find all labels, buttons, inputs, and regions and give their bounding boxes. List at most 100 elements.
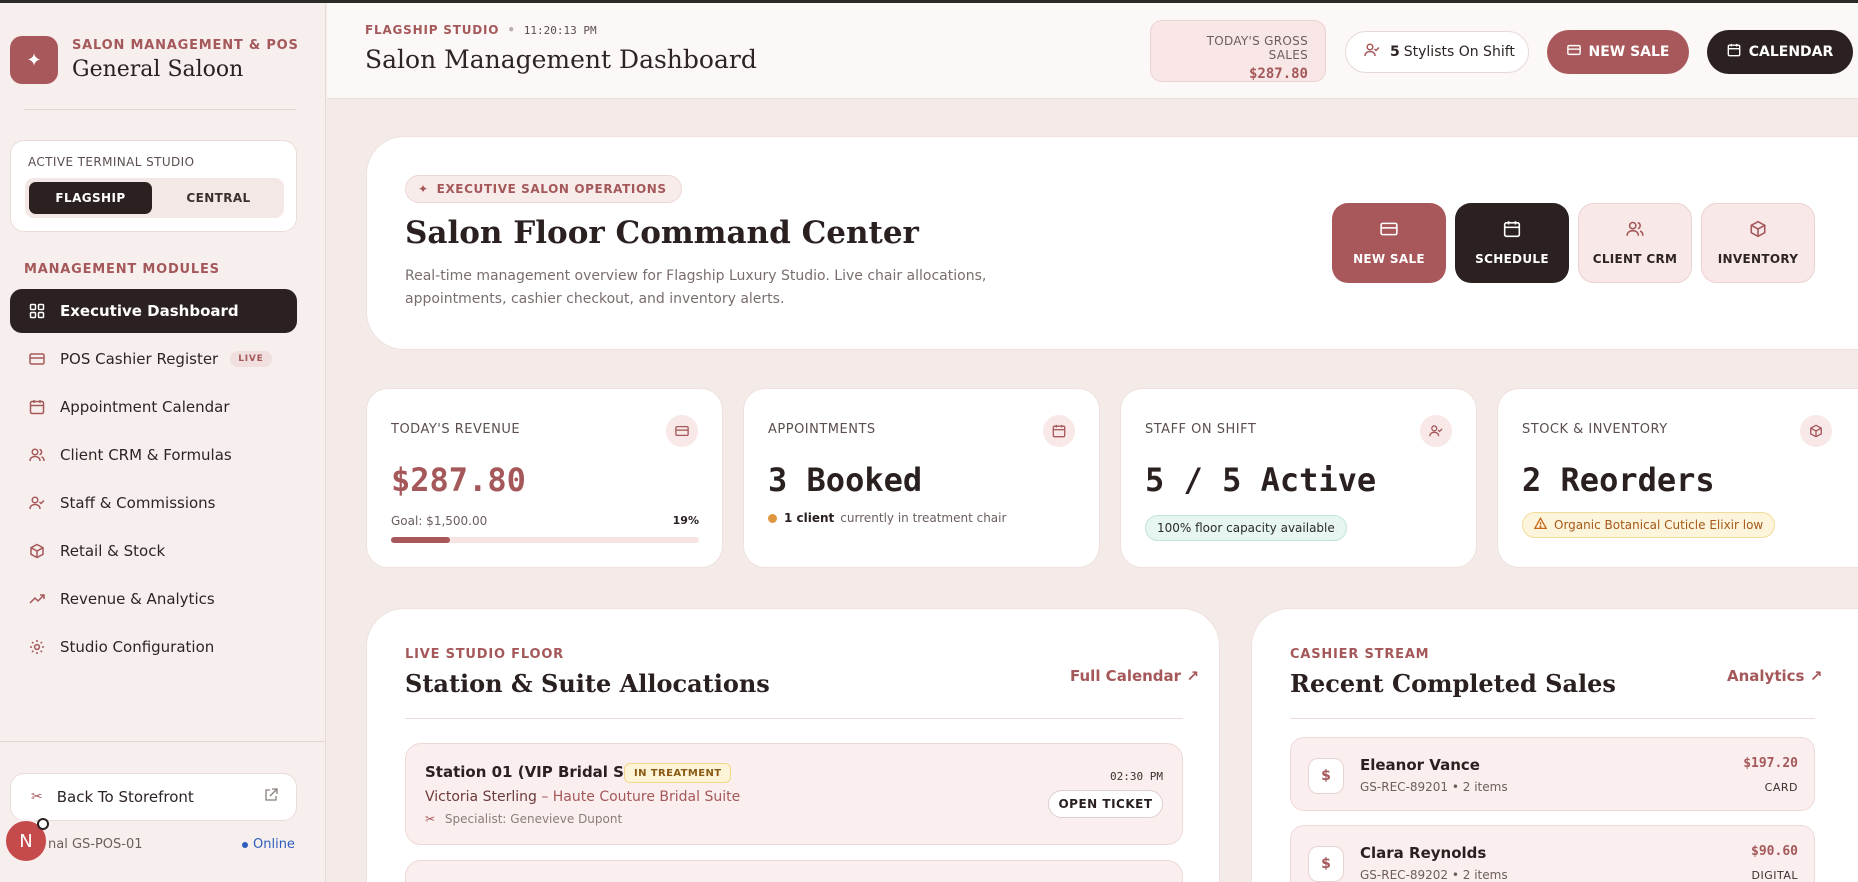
scissors-icon: ✂: [425, 812, 436, 826]
station-card[interactable]: Station 01 (VIP Bridal Suite) IN TREATME…: [405, 743, 1183, 845]
topbar: FLAGSHIP STUDIO • 11:20:13 PM Salon Manage…: [327, 3, 1858, 99]
calendar-button[interactable]: CALENDAR: [1707, 30, 1853, 74]
sale-payment-method: CARD: [1764, 781, 1798, 794]
quick-schedule-label: SCHEDULE: [1475, 252, 1549, 266]
stat-card-appointments[interactable]: APPOINTMENTS 3 Booked 1 client currently…: [743, 388, 1100, 568]
sidebar-item-pos-cashier[interactable]: POS Cashier Register LIVE: [10, 337, 297, 381]
gear-icon: [28, 638, 46, 656]
credit-card-icon: [1380, 220, 1398, 242]
sidebar-item-label: Retail & Stock: [60, 542, 166, 560]
credit-card-icon: [28, 350, 46, 368]
sidebar-nav: Executive Dashboard POS Cashier Register…: [10, 289, 297, 673]
receipt-dollar-icon: $: [1308, 846, 1344, 882]
new-sale-label: NEW SALE: [1588, 44, 1670, 60]
revenue-progress-bar: [391, 537, 699, 543]
trending-up-icon: [28, 590, 46, 608]
scissors-icon: ✂: [31, 789, 43, 805]
modules-section-label: MANAGEMENT MODULES: [24, 262, 220, 277]
stylists-label: Stylists On Shift: [1403, 44, 1515, 60]
goal-row: Goal: $1,500.00 19%: [391, 514, 699, 528]
box-icon: [1800, 415, 1832, 447]
sale-receipt-meta: GS-REC-89202 • 2 items: [1360, 868, 1508, 882]
analytics-link[interactable]: Analytics ↗: [1727, 667, 1822, 685]
stylists-on-shift-button[interactable]: 5 Stylists On Shift: [1345, 31, 1529, 73]
stat-card-stock[interactable]: STOCK & INVENTORY 2 Reorders Organic Bot…: [1497, 388, 1858, 568]
sale-row[interactable]: $ Clara Reynolds GS-REC-89202 • 2 items …: [1290, 825, 1815, 882]
sidebar-item-appointment-calendar[interactable]: Appointment Calendar: [10, 385, 297, 429]
quick-new-sale-label: NEW SALE: [1353, 252, 1425, 266]
terminal-toggle: FLAGSHIP CENTRAL: [25, 178, 284, 218]
stat-card-revenue[interactable]: TODAY'S REVENUE $287.80 Goal: $1,500.00 …: [366, 388, 723, 568]
arrow-up-right-icon: ↗: [1186, 667, 1199, 685]
arrow-up-right-icon: ↗: [1809, 667, 1823, 685]
new-sale-button[interactable]: NEW SALE: [1547, 30, 1689, 74]
sidebar-item-executive-dashboard[interactable]: Executive Dashboard: [10, 289, 297, 333]
back-to-storefront-button[interactable]: ✂ Back To Storefront: [10, 773, 297, 821]
sidebar-item-retail-stock[interactable]: Retail & Stock: [10, 529, 297, 573]
sidebar-item-label: Client CRM & Formulas: [60, 446, 232, 464]
stat-label: APPOINTMENTS: [768, 422, 876, 437]
stat-label: STAFF ON SHIFT: [1145, 422, 1257, 437]
page-title: Salon Management Dashboard: [365, 45, 757, 74]
sidebar-item-studio-configuration[interactable]: Studio Configuration: [10, 625, 297, 669]
online-status: Online: [242, 837, 295, 852]
goal-percent: 19%: [672, 514, 699, 527]
external-link-icon: [264, 788, 278, 806]
terminal-option-flagship[interactable]: FLAGSHIP: [29, 182, 152, 214]
sidebar: ✦ SALON MANAGEMENT & POS General Saloon …: [0, 3, 326, 882]
analytics-label: Analytics: [1727, 667, 1805, 685]
panel-title: Recent Completed Sales: [1290, 669, 1616, 698]
terminal-option-central[interactable]: CENTRAL: [157, 182, 280, 214]
quick-client-crm-button[interactable]: CLIENT CRM: [1578, 203, 1692, 283]
sidebar-item-label: Staff & Commissions: [60, 494, 216, 512]
brand-text: SALON MANAGEMENT & POS General Saloon: [72, 38, 299, 82]
client-name: Victoria Sterling: [425, 789, 537, 805]
separator-dot: •: [507, 23, 516, 37]
gross-sales-label: TODAY'S GROSS SALES: [1206, 34, 1308, 62]
studio-eyebrow: FLAGSHIP STUDIO • 11:20:13 PM: [365, 23, 597, 37]
sale-client-name: Clara Reynolds: [1360, 844, 1487, 862]
stat-card-staff[interactable]: STAFF ON SHIFT 5 / 5 Active 100% floor c…: [1120, 388, 1477, 568]
sidebar-item-label: Executive Dashboard: [60, 302, 239, 320]
full-calendar-link[interactable]: Full Calendar ↗: [1070, 667, 1199, 685]
sidebar-item-staff-commissions[interactable]: Staff & Commissions: [10, 481, 297, 525]
sale-amount: $90.60: [1751, 844, 1798, 859]
live-badge: LIVE: [230, 351, 272, 367]
specialist-label: Specialist: Genevieve Dupont: [444, 812, 623, 826]
hero-tag-label: EXECUTIVE SALON OPERATIONS: [436, 182, 667, 196]
quick-inventory-button[interactable]: INVENTORY: [1701, 203, 1815, 283]
brand[interactable]: ✦ SALON MANAGEMENT & POS General Saloon: [10, 36, 299, 84]
live-clock: 11:20:13 PM: [523, 24, 597, 37]
terminal-id: nal GS-POS-01: [48, 837, 143, 852]
sidebar-item-client-crm[interactable]: Client CRM & Formulas: [10, 433, 297, 477]
sidebar-item-label: Revenue & Analytics: [60, 590, 215, 608]
station-client: Victoria Sterling – Haute Couture Bridal…: [425, 789, 740, 805]
client-note: currently in treatment chair: [840, 511, 1007, 525]
sale-client-name: Eleanor Vance: [1360, 756, 1480, 774]
storefront-label: Back To Storefront: [56, 788, 194, 806]
calendar-icon: [1503, 220, 1521, 242]
user-check-icon: [28, 494, 46, 512]
service-name: Haute Couture Bridal Suite: [552, 789, 741, 805]
open-ticket-button[interactable]: OPEN TICKET: [1048, 790, 1163, 818]
station-card[interactable]: [405, 860, 1183, 882]
quick-inventory-label: INVENTORY: [1717, 252, 1799, 266]
sale-receipt-meta: GS-REC-89201 • 2 items: [1360, 780, 1508, 794]
hero-panel: ✦ EXECUTIVE SALON OPERATIONS Salon Floor…: [366, 136, 1858, 350]
brand-subtitle: SALON MANAGEMENT & POS: [72, 38, 299, 53]
quick-schedule-button[interactable]: SCHEDULE: [1455, 203, 1569, 283]
calendar-icon: [1727, 43, 1741, 61]
sale-row[interactable]: $ Eleanor Vance GS-REC-89201 • 2 items $…: [1290, 737, 1815, 811]
gross-sales-card: TODAY'S GROSS SALES $287.80: [1150, 20, 1326, 82]
sidebar-item-revenue-analytics[interactable]: Revenue & Analytics: [10, 577, 297, 621]
in-treatment-note: 1 client currently in treatment chair: [768, 511, 1006, 525]
panel-divider: [1290, 718, 1815, 719]
grid-icon: [28, 302, 46, 320]
stat-label: TODAY'S REVENUE: [391, 422, 521, 437]
full-calendar-label: Full Calendar: [1070, 667, 1182, 685]
panel-eyebrow: CASHIER STREAM: [1290, 647, 1430, 662]
calendar-label: CALENDAR: [1748, 44, 1834, 60]
warning-icon: [1533, 516, 1548, 533]
stylists-count: 5: [1390, 44, 1400, 60]
quick-new-sale-button[interactable]: NEW SALE: [1332, 203, 1446, 283]
